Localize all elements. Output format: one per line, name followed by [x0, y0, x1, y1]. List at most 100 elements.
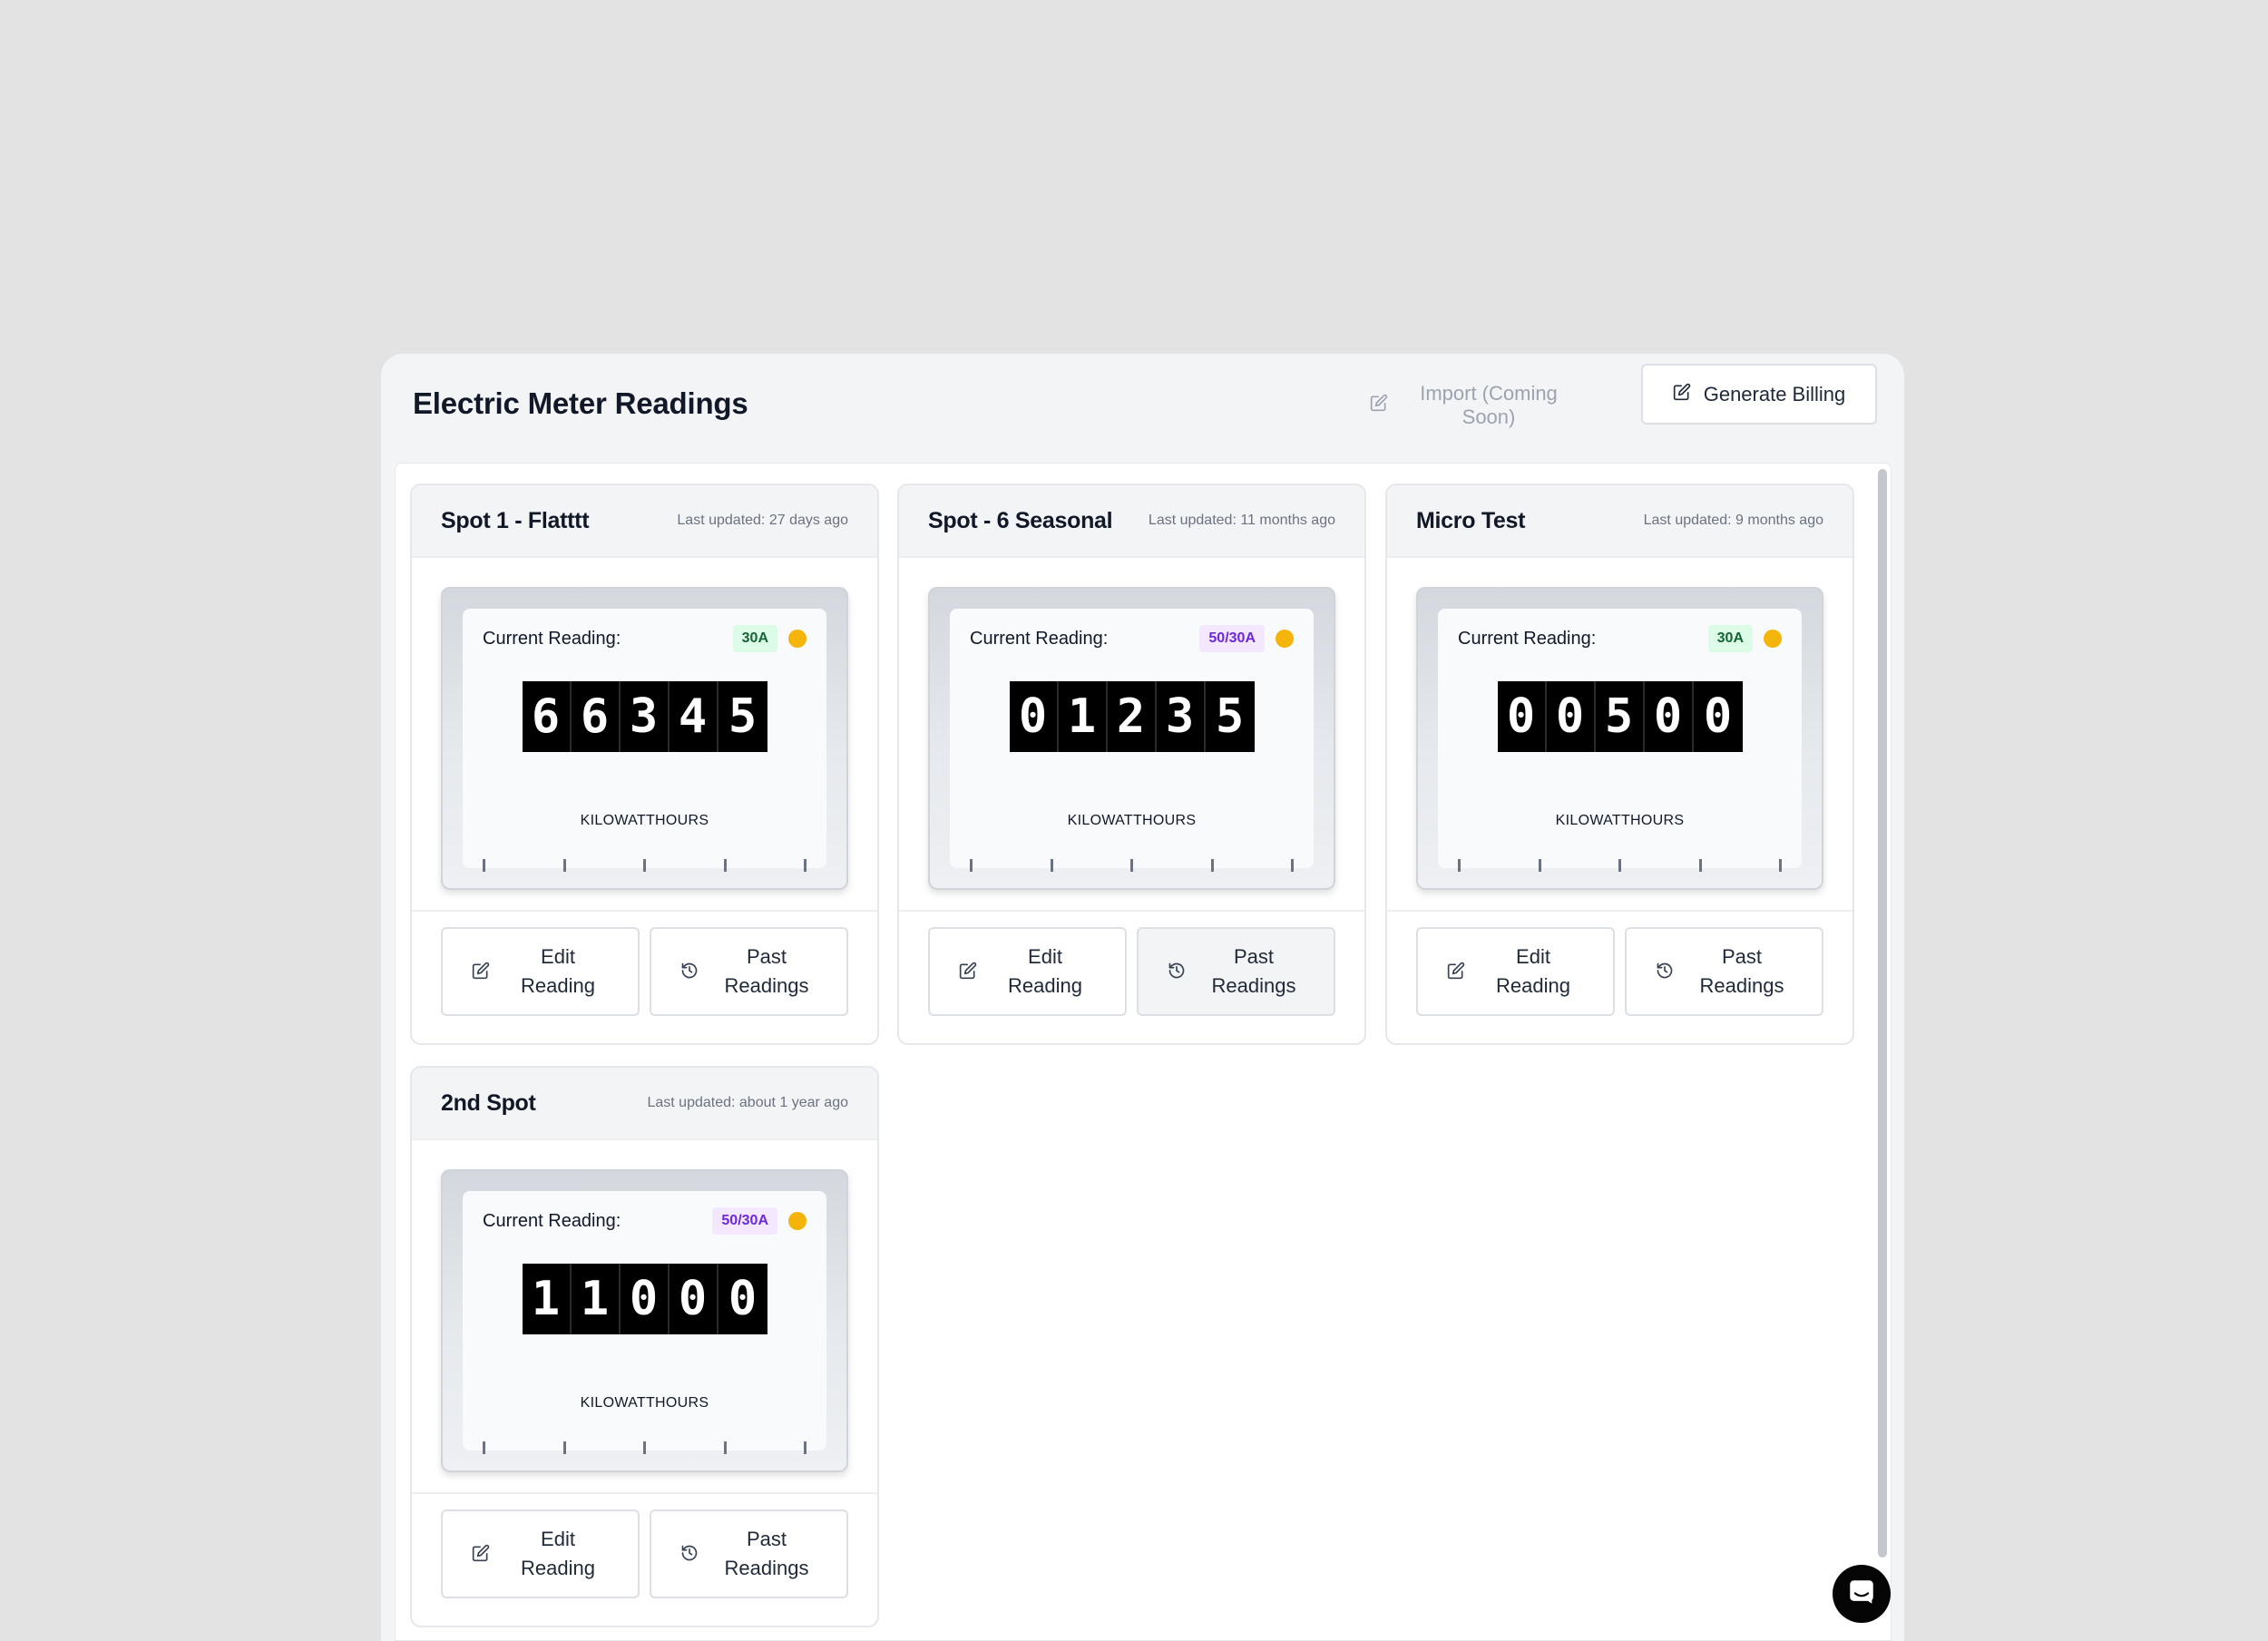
meter-digit: 0 — [670, 1264, 719, 1334]
tick-mark — [1210, 859, 1214, 872]
meter-digits: 01235 — [1009, 681, 1255, 752]
tick-mark — [804, 1441, 807, 1454]
past-label-line-2: Readings — [1699, 974, 1784, 997]
edit-reading-button[interactable]: Edit Reading — [441, 1509, 640, 1598]
meter-display-section: Current Reading: 30A 00500 KILOWATTHOURS — [1387, 558, 1853, 912]
past-readings-button[interactable]: Past Readings — [650, 927, 848, 1016]
meter-screen: Current Reading: 50/30A 01235 KILOWATTHO… — [950, 609, 1314, 872]
meter-digit: 5 — [728, 689, 758, 744]
edit-reading-label: Edit Reading — [508, 1525, 608, 1583]
meter-digit: 0 — [728, 1272, 758, 1326]
meter-face: Current Reading: 50/30A 11000 KILOWATTHO… — [441, 1169, 848, 1472]
meter-digit: 0 — [1547, 681, 1596, 752]
edit-reading-button[interactable]: Edit Reading — [441, 927, 640, 1016]
past-readings-label: Past Readings — [717, 943, 816, 1001]
edit-label-line-1: Edit — [1516, 945, 1550, 968]
amperage-badge: 30A — [1707, 625, 1753, 652]
spot-name: Micro Test — [1416, 507, 1526, 533]
past-readings-button[interactable]: Past Readings — [1137, 927, 1335, 1016]
tick-mark — [1618, 859, 1621, 872]
meter-card-header: Spot - 6 Seasonal Last updated: 11 month… — [899, 485, 1364, 558]
status-indicator — [788, 1212, 807, 1230]
generate-billing-label: Generate Billing — [1703, 382, 1846, 405]
meter-display-section: Current Reading: 30A 66345 KILOWATTHOURS — [412, 558, 877, 912]
tick-mark — [562, 859, 566, 872]
past-label-line-1: Past — [746, 945, 787, 968]
edit-icon — [1370, 394, 1388, 417]
meter-card-header: Spot 1 - Flatttt Last updated: 27 days a… — [412, 485, 877, 558]
meter-ticks — [970, 859, 1294, 872]
card-actions: Edit Reading Past Readings — [899, 912, 1364, 1043]
amperage-badge: 50/30A — [712, 1207, 777, 1235]
card-actions: Edit Reading Past Readings — [1387, 912, 1853, 1043]
meter-cards-scroll-area[interactable]: Spot 1 - Flatttt Last updated: 27 days a… — [395, 463, 1892, 1641]
card-actions: Edit Reading Past Readings — [412, 912, 877, 1043]
unit-label: KILOWATTHOURS — [580, 813, 709, 828]
tick-mark — [723, 859, 727, 872]
meter-digit: 1 — [572, 1264, 621, 1334]
meter-digit: 0 — [1645, 681, 1694, 752]
past-readings-button[interactable]: Past Readings — [1625, 927, 1823, 1016]
status-indicator — [1276, 630, 1294, 648]
edit-label-line-1: Edit — [541, 945, 575, 968]
scrollbar[interactable] — [1878, 469, 1887, 1558]
generate-billing-button[interactable]: Generate Billing — [1641, 364, 1877, 425]
import-button[interactable]: Import (Coming Soon) — [1370, 381, 1579, 430]
page-title: Electric Meter Readings — [413, 386, 748, 420]
past-label-line-1: Past — [1721, 945, 1763, 968]
edit-icon — [959, 962, 977, 982]
meter-face: Current Reading: 50/30A 01235 KILOWATTHO… — [928, 587, 1335, 890]
tick-mark — [1130, 859, 1133, 872]
edit-label-line-2: Reading — [521, 974, 595, 997]
past-label-line-2: Readings — [1211, 974, 1296, 997]
past-label-line-1: Past — [1233, 945, 1275, 968]
current-reading-label: Current Reading: — [970, 629, 1109, 649]
tick-mark — [643, 859, 646, 872]
edit-reading-label: Edit Reading — [508, 943, 608, 1001]
meter-display-section: Current Reading: 50/30A 01235 KILOWATTHO… — [899, 558, 1364, 912]
edit-reading-button[interactable]: Edit Reading — [1416, 927, 1615, 1016]
meter-card: Micro Test Last updated: 9 months ago Cu… — [1385, 484, 1854, 1045]
meter-card-header: Micro Test Last updated: 9 months ago — [1387, 485, 1853, 558]
status-indicator — [788, 630, 807, 648]
last-updated: Last updated: 11 months ago — [1148, 513, 1335, 528]
meter-digit: 1 — [523, 1264, 572, 1334]
tick-mark — [1458, 859, 1461, 872]
edit-icon — [472, 1544, 490, 1565]
tick-mark — [1698, 859, 1702, 872]
amperage-badge: 50/30A — [1199, 625, 1265, 652]
chat-icon — [1846, 1577, 1877, 1612]
meter-digit: 5 — [1596, 681, 1645, 752]
import-button-label: Import (Coming Soon) — [1420, 382, 1558, 428]
tick-mark — [804, 859, 807, 872]
chat-button[interactable] — [1833, 1565, 1891, 1623]
last-updated: Last updated: 27 days ago — [677, 513, 848, 528]
history-icon — [1656, 962, 1674, 982]
past-label-line-2: Readings — [724, 974, 809, 997]
edit-label-line-2: Reading — [1496, 974, 1570, 997]
meter-card-header: 2nd Spot Last updated: about 1 year ago — [412, 1068, 877, 1140]
meter-digit: 2 — [1108, 681, 1157, 752]
meter-ticks — [1458, 859, 1782, 872]
amperage-badge: 30A — [732, 625, 777, 652]
last-updated: Last updated: about 1 year ago — [647, 1095, 848, 1110]
tick-mark — [562, 1441, 566, 1454]
meter-digit: 0 — [1498, 681, 1547, 752]
edit-icon — [1673, 383, 1691, 406]
meter-digit: 4 — [670, 681, 719, 752]
tick-mark — [1291, 859, 1294, 872]
current-reading-label: Current Reading: — [483, 629, 621, 649]
edit-reading-label: Edit Reading — [1483, 943, 1583, 1001]
unit-label: KILOWATTHOURS — [580, 1395, 709, 1411]
edit-reading-button[interactable]: Edit Reading — [928, 927, 1127, 1016]
meter-digit: 0 — [1010, 681, 1059, 752]
meter-digit: 3 — [1157, 681, 1206, 752]
past-readings-label: Past Readings — [1692, 943, 1792, 1001]
tick-mark — [1538, 859, 1541, 872]
meter-face: Current Reading: 30A 00500 KILOWATTHOURS — [1416, 587, 1823, 890]
spot-name: 2nd Spot — [441, 1089, 536, 1116]
meter-digit: 0 — [621, 1264, 670, 1334]
meter-display-section: Current Reading: 50/30A 11000 KILOWATTHO… — [412, 1140, 877, 1494]
past-readings-button[interactable]: Past Readings — [650, 1509, 848, 1598]
meter-digits: 66345 — [522, 681, 767, 752]
